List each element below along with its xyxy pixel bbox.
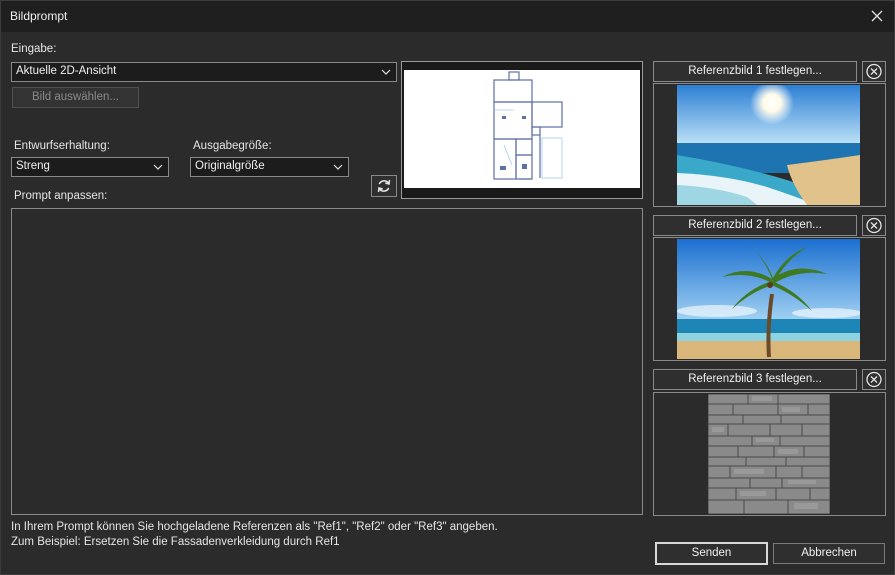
remove-circle-icon: [866, 371, 882, 388]
chevron-down-icon: [333, 164, 343, 170]
palm-tree-image: [677, 239, 860, 359]
output-size-value: Originalgröße: [195, 160, 265, 172]
output-size-label: Ausgabegröße:: [193, 140, 272, 152]
preview-panel: [401, 61, 643, 199]
chevron-down-icon: [381, 69, 391, 75]
dialog-window: Bildprompt Eingabe: Aktuelle 2D-Ansicht …: [0, 0, 895, 575]
chevron-down-icon: [153, 164, 163, 170]
reference-1-preview: [653, 83, 886, 207]
floor-plan-image: [493, 71, 563, 180]
set-reference-3-button[interactable]: Referenzbild 3 festlegen...: [653, 369, 857, 390]
refresh-button[interactable]: [371, 175, 397, 197]
design-retention-label: Entwurfserhaltung:: [14, 140, 110, 152]
reference-2-preview: [653, 237, 886, 361]
refresh-icon: [377, 179, 391, 193]
input-label: Eingabe:: [11, 43, 57, 55]
remove-reference-1-button[interactable]: [862, 61, 886, 82]
beach-sun-image: [677, 85, 860, 205]
design-retention-value: Streng: [16, 160, 50, 172]
remove-circle-icon: [866, 63, 882, 80]
output-size-select[interactable]: Originalgröße: [190, 157, 349, 177]
set-reference-1-button[interactable]: Referenzbild 1 festlegen...: [653, 61, 857, 82]
prompt-textarea[interactable]: [11, 208, 643, 515]
stone-wall-image: [708, 394, 830, 514]
remove-reference-2-button[interactable]: [862, 215, 886, 236]
set-reference-2-button[interactable]: Referenzbild 2 festlegen...: [653, 215, 857, 236]
remove-circle-icon: [866, 217, 882, 234]
remove-reference-3-button[interactable]: [862, 369, 886, 390]
preview-canvas: [404, 70, 640, 188]
window-title: Bildprompt: [10, 9, 68, 23]
input-select-value: Aktuelle 2D-Ansicht: [16, 65, 117, 77]
hint-line-2: Zum Beispiel: Ersetzen Sie die Fassadenv…: [11, 536, 340, 548]
close-icon[interactable]: [868, 7, 886, 25]
design-retention-select[interactable]: Streng: [11, 157, 169, 177]
reference-3-preview: [653, 392, 886, 516]
send-button[interactable]: Senden: [655, 542, 768, 565]
cancel-button[interactable]: Abbrechen: [773, 543, 885, 564]
select-image-button[interactable]: Bild auswählen...: [12, 87, 139, 108]
title-bar: Bildprompt: [1, 1, 894, 32]
input-select[interactable]: Aktuelle 2D-Ansicht: [11, 62, 397, 82]
prompt-label: Prompt anpassen:: [14, 190, 108, 202]
hint-line-1: In Ihrem Prompt können Sie hochgeladene …: [11, 521, 498, 533]
